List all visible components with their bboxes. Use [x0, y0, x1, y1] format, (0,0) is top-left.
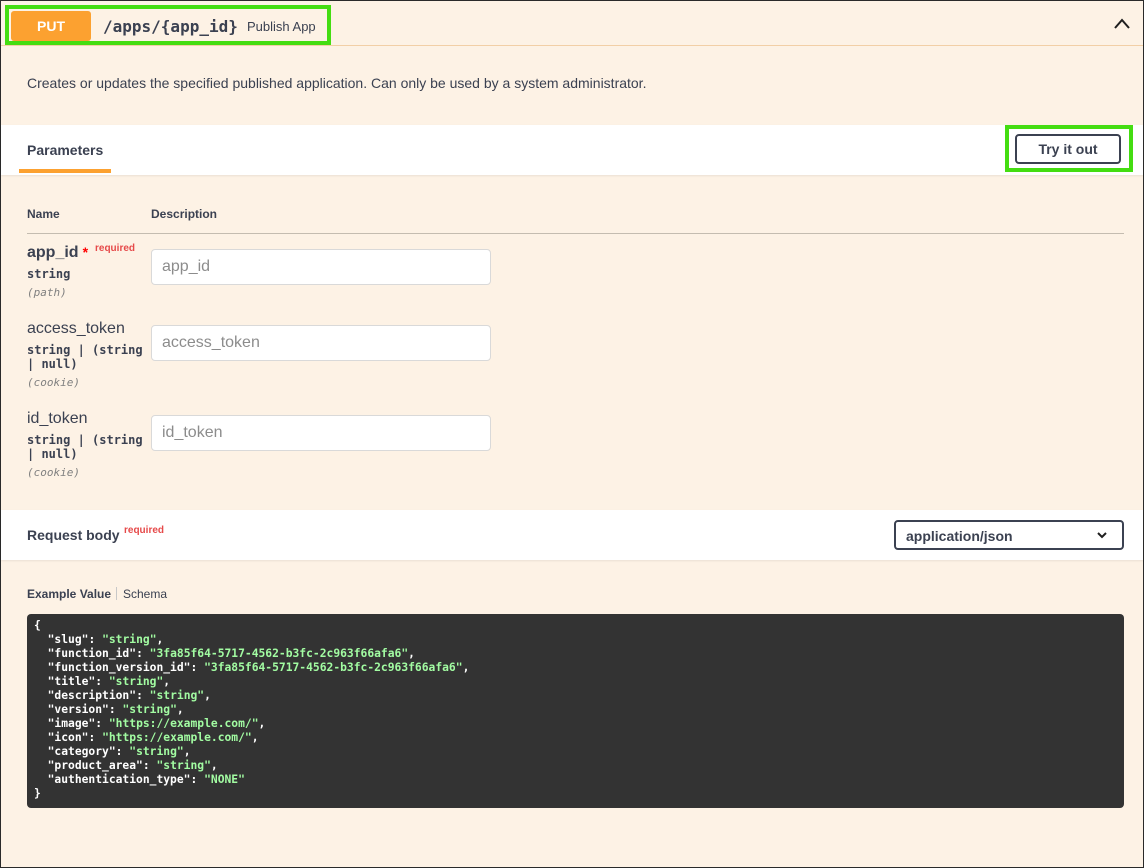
example-line: "icon": "https://example.com/",	[47, 731, 259, 744]
example-line: "version": "string",	[47, 703, 184, 716]
param-name-app-id: app_id *	[27, 244, 89, 261]
param-type: string | (string | null)	[27, 343, 143, 371]
request-body-title: Request body	[27, 527, 120, 543]
required-label: required	[124, 525, 165, 536]
required-label: required	[95, 243, 136, 254]
parameters-header: Parameters Try it out	[1, 125, 1143, 175]
example-value-tab[interactable]: Example Value	[27, 587, 111, 601]
example-line: "description": "string",	[47, 689, 211, 702]
app-id-input[interactable]	[151, 249, 491, 285]
content-type-select[interactable]: application/json	[894, 520, 1124, 550]
param-location: (cookie)	[27, 466, 80, 479]
example-line: "product_area": "string",	[47, 759, 218, 772]
required-star: *	[82, 244, 89, 260]
example-json-code: { "slug": "string", "function_id": "3fa8…	[27, 614, 1124, 808]
operation-description: Creates or updates the specified publish…	[27, 75, 647, 91]
param-location: (cookie)	[27, 376, 80, 389]
content-type-value: application/json	[906, 528, 1013, 544]
param-type: string | (string | null)	[27, 433, 143, 461]
column-header-description: Description	[151, 207, 218, 221]
chevron-up-icon[interactable]	[1113, 15, 1131, 33]
example-line: "function_version_id": "3fa85f64-5717-45…	[47, 661, 470, 674]
schema-tab[interactable]: Schema	[123, 587, 167, 601]
parameters-tab-underline	[19, 169, 111, 173]
param-location: (path)	[27, 286, 67, 299]
operation-block: PUT /apps/{app_id} Publish App Creates o…	[0, 0, 1144, 868]
access-token-input[interactable]	[151, 325, 491, 361]
request-body-header: Request body required application/json	[1, 510, 1143, 560]
param-type: string	[27, 267, 71, 281]
chevron-down-icon	[1097, 532, 1107, 539]
example-line: "slug": "string",	[47, 633, 164, 646]
param-name-access-token: access_token	[27, 320, 125, 337]
column-header-name: Name	[27, 207, 60, 221]
example-line: "category": "string",	[47, 745, 191, 758]
id-token-input[interactable]	[151, 415, 491, 451]
example-line: "image": "https://example.com/",	[47, 717, 266, 730]
param-name-id-token: id_token	[27, 410, 88, 427]
example-line: "authentication_type": "NONE"	[47, 773, 245, 786]
path-highlight-box	[5, 5, 331, 45]
header-divider	[27, 233, 1124, 234]
parameters-tab[interactable]: Parameters	[27, 142, 103, 158]
example-line: "title": "string",	[47, 675, 171, 688]
try-button-highlight-box	[1005, 125, 1133, 172]
example-line: "function_id": "3fa85f64-5717-4562-b3fc-…	[47, 647, 415, 660]
tab-separator	[116, 587, 117, 600]
